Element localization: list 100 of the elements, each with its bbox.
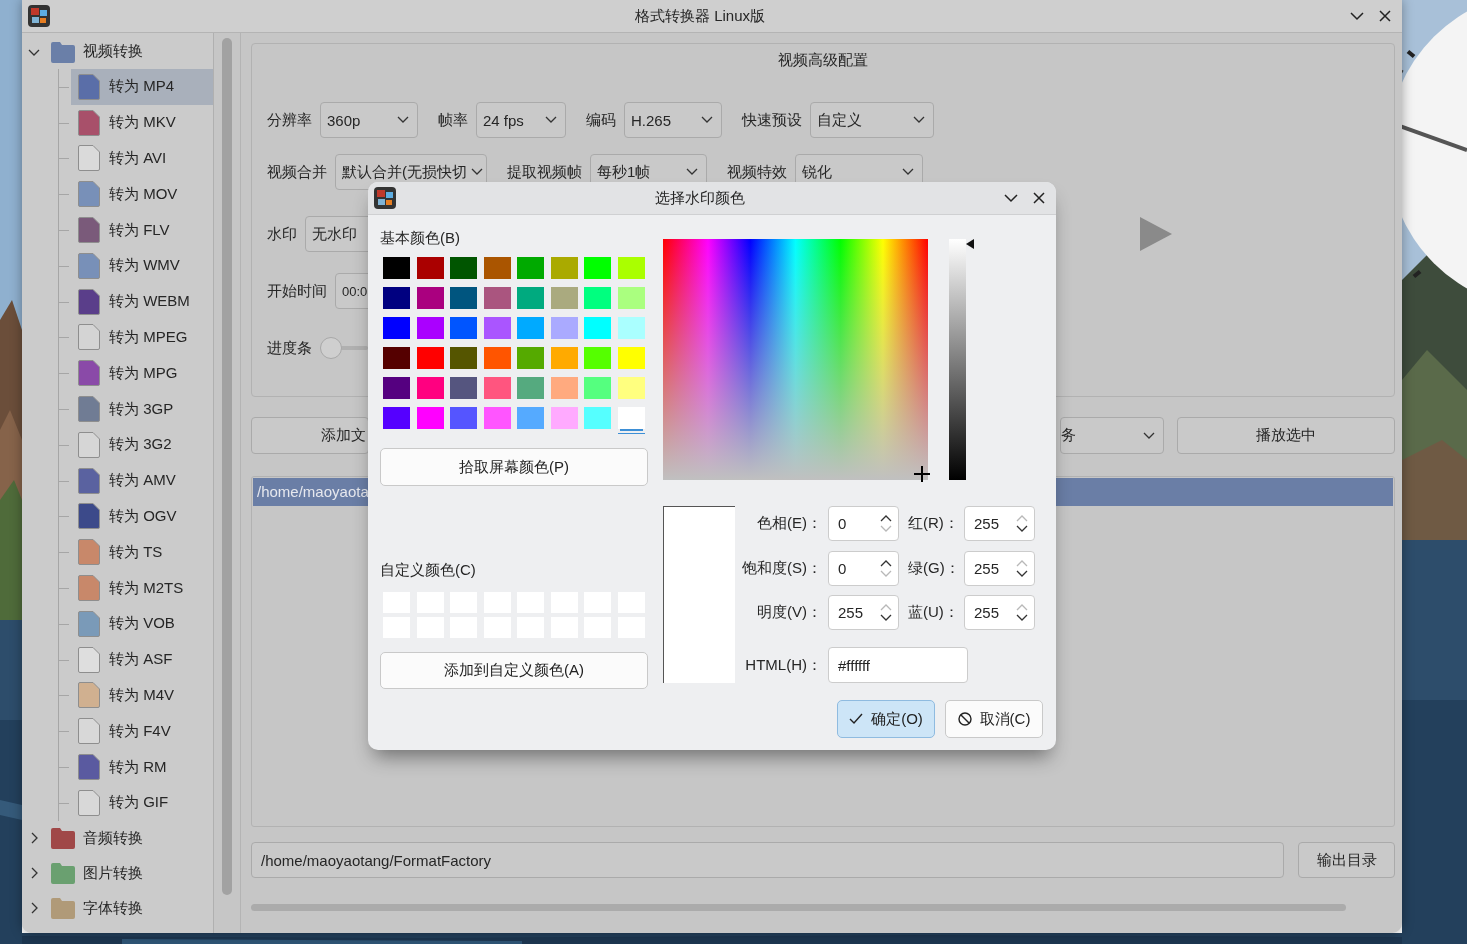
add-custom-color-button[interactable]: 添加到自定义颜色(A): [380, 652, 648, 689]
slider-handle[interactable]: [320, 337, 342, 359]
color-swatch[interactable]: [450, 347, 477, 369]
minimize-icon[interactable]: [1350, 9, 1364, 23]
spin-box[interactable]: 0: [828, 550, 899, 586]
color-swatch[interactable]: [617, 257, 645, 279]
color-swatch[interactable]: [416, 287, 444, 309]
color-swatch[interactable]: [617, 407, 645, 429]
field-label: 分辨率: [267, 110, 312, 130]
scrollbar-thumb[interactable]: [222, 38, 232, 895]
spin-box[interactable]: 0: [828, 506, 899, 541]
color-swatch[interactable]: [584, 257, 611, 279]
color-swatch[interactable]: [517, 407, 544, 429]
color-swatch[interactable]: [483, 377, 511, 399]
color-swatch[interactable]: [416, 317, 444, 339]
chevron-down-icon[interactable]: [1016, 525, 1028, 533]
field-label: 明度(V)：: [756, 603, 823, 622]
chevron-down-icon[interactable]: [880, 614, 892, 622]
dropdown[interactable]: 自定义: [810, 102, 934, 138]
color-swatch[interactable]: [584, 377, 611, 399]
dropdown[interactable]: 务: [1060, 417, 1164, 454]
chevron-up-icon[interactable]: [880, 558, 892, 567]
close-icon[interactable]: [1378, 9, 1392, 23]
pick-screen-color-button[interactable]: 拾取屏幕颜色(P): [380, 448, 648, 486]
color-swatch[interactable]: [416, 347, 444, 369]
caret-icon: [397, 116, 409, 124]
color-swatch[interactable]: [383, 317, 410, 339]
field-label: 视频特效: [727, 162, 787, 182]
color-swatch[interactable]: [617, 347, 645, 369]
spin-box[interactable]: 255: [964, 506, 1035, 541]
output-folder-button[interactable]: 输出目录: [1298, 842, 1395, 878]
chevron-down-icon[interactable]: [1016, 569, 1028, 578]
color-swatch[interactable]: [483, 347, 511, 369]
spin-box[interactable]: 255: [828, 595, 899, 630]
path-field[interactable]: /home/maoyaotang/FormatFactory: [251, 842, 1284, 878]
color-swatch[interactable]: [550, 257, 578, 279]
color-swatch[interactable]: [383, 407, 410, 429]
minimize-icon[interactable]: [1004, 191, 1018, 205]
chevron-up-icon[interactable]: [880, 514, 892, 522]
color-swatch[interactable]: [416, 377, 444, 399]
color-swatch[interactable]: [483, 317, 511, 339]
tree-item[interactable]: 字体转换: [22, 890, 213, 926]
tree-item[interactable]: 视频转换: [22, 34, 213, 69]
progress-slider[interactable]: [320, 337, 368, 359]
dropdown[interactable]: 24 fps: [476, 102, 566, 138]
color-swatch[interactable]: [483, 287, 511, 309]
color-swatch[interactable]: [517, 377, 544, 399]
color-swatch[interactable]: [517, 257, 544, 279]
field-label: 色相(E)：: [756, 514, 823, 533]
color-swatch[interactable]: [550, 287, 578, 309]
color-swatch[interactable]: [517, 347, 544, 369]
color-swatch[interactable]: [383, 347, 410, 369]
color-spectrum[interactable]: [663, 239, 928, 480]
color-swatch[interactable]: [550, 317, 578, 339]
spin-box[interactable]: 255: [964, 550, 1035, 586]
close-icon[interactable]: [1032, 191, 1046, 205]
color-swatch[interactable]: [450, 257, 477, 279]
spin-box[interactable]: 255: [964, 595, 1035, 630]
spin-value: 255: [974, 559, 1001, 577]
color-swatch[interactable]: [584, 347, 611, 369]
color-swatch[interactable]: [383, 287, 410, 309]
color-swatch[interactable]: [383, 257, 410, 279]
color-swatch[interactable]: [483, 407, 511, 429]
color-swatch[interactable]: [517, 287, 544, 309]
ok-button[interactable]: 确定(O): [837, 700, 935, 738]
tree-item[interactable]: 图片转换: [22, 855, 213, 891]
color-swatch[interactable]: [617, 377, 645, 399]
horizontal-scrollbar[interactable]: [251, 904, 1346, 911]
color-swatch[interactable]: [450, 377, 477, 399]
color-swatch[interactable]: [617, 287, 645, 309]
field-label: 视频合并: [267, 162, 327, 182]
color-swatch[interactable]: [584, 287, 611, 309]
color-swatch[interactable]: [483, 257, 511, 279]
color-swatch[interactable]: [584, 407, 611, 429]
color-swatch[interactable]: [617, 317, 645, 339]
color-swatch[interactable]: [517, 317, 544, 339]
color-swatch[interactable]: [550, 407, 578, 429]
field-label: 进度条: [267, 338, 312, 358]
dropdown[interactable]: H.265: [624, 102, 722, 138]
cancel-button[interactable]: 取消(C): [945, 700, 1043, 738]
value-slider[interactable]: [949, 239, 975, 480]
ban-icon: [957, 712, 972, 726]
color-swatch[interactable]: [383, 377, 410, 399]
color-swatch[interactable]: [416, 407, 444, 429]
add-file-button[interactable]: 添加文: [251, 417, 369, 454]
color-swatch[interactable]: [550, 347, 578, 369]
group-title: 视频高级配置: [777, 50, 869, 70]
color-swatch[interactable]: [550, 377, 578, 399]
color-swatch[interactable]: [416, 257, 444, 279]
color-swatch[interactable]: [584, 317, 611, 339]
html-field[interactable]: #ffffff: [828, 647, 968, 683]
dropdown[interactable]: 360p: [320, 102, 418, 138]
chevron-down-icon[interactable]: [1016, 614, 1028, 622]
color-swatch[interactable]: [450, 407, 477, 429]
play-icon[interactable]: [1140, 217, 1172, 251]
color-swatch[interactable]: [450, 287, 477, 309]
tree-item[interactable]: 音频转换: [22, 820, 213, 856]
play-selected-button[interactable]: 播放选中: [1177, 417, 1395, 454]
spin-value: 255: [974, 515, 1001, 532]
color-swatch[interactable]: [450, 317, 477, 339]
